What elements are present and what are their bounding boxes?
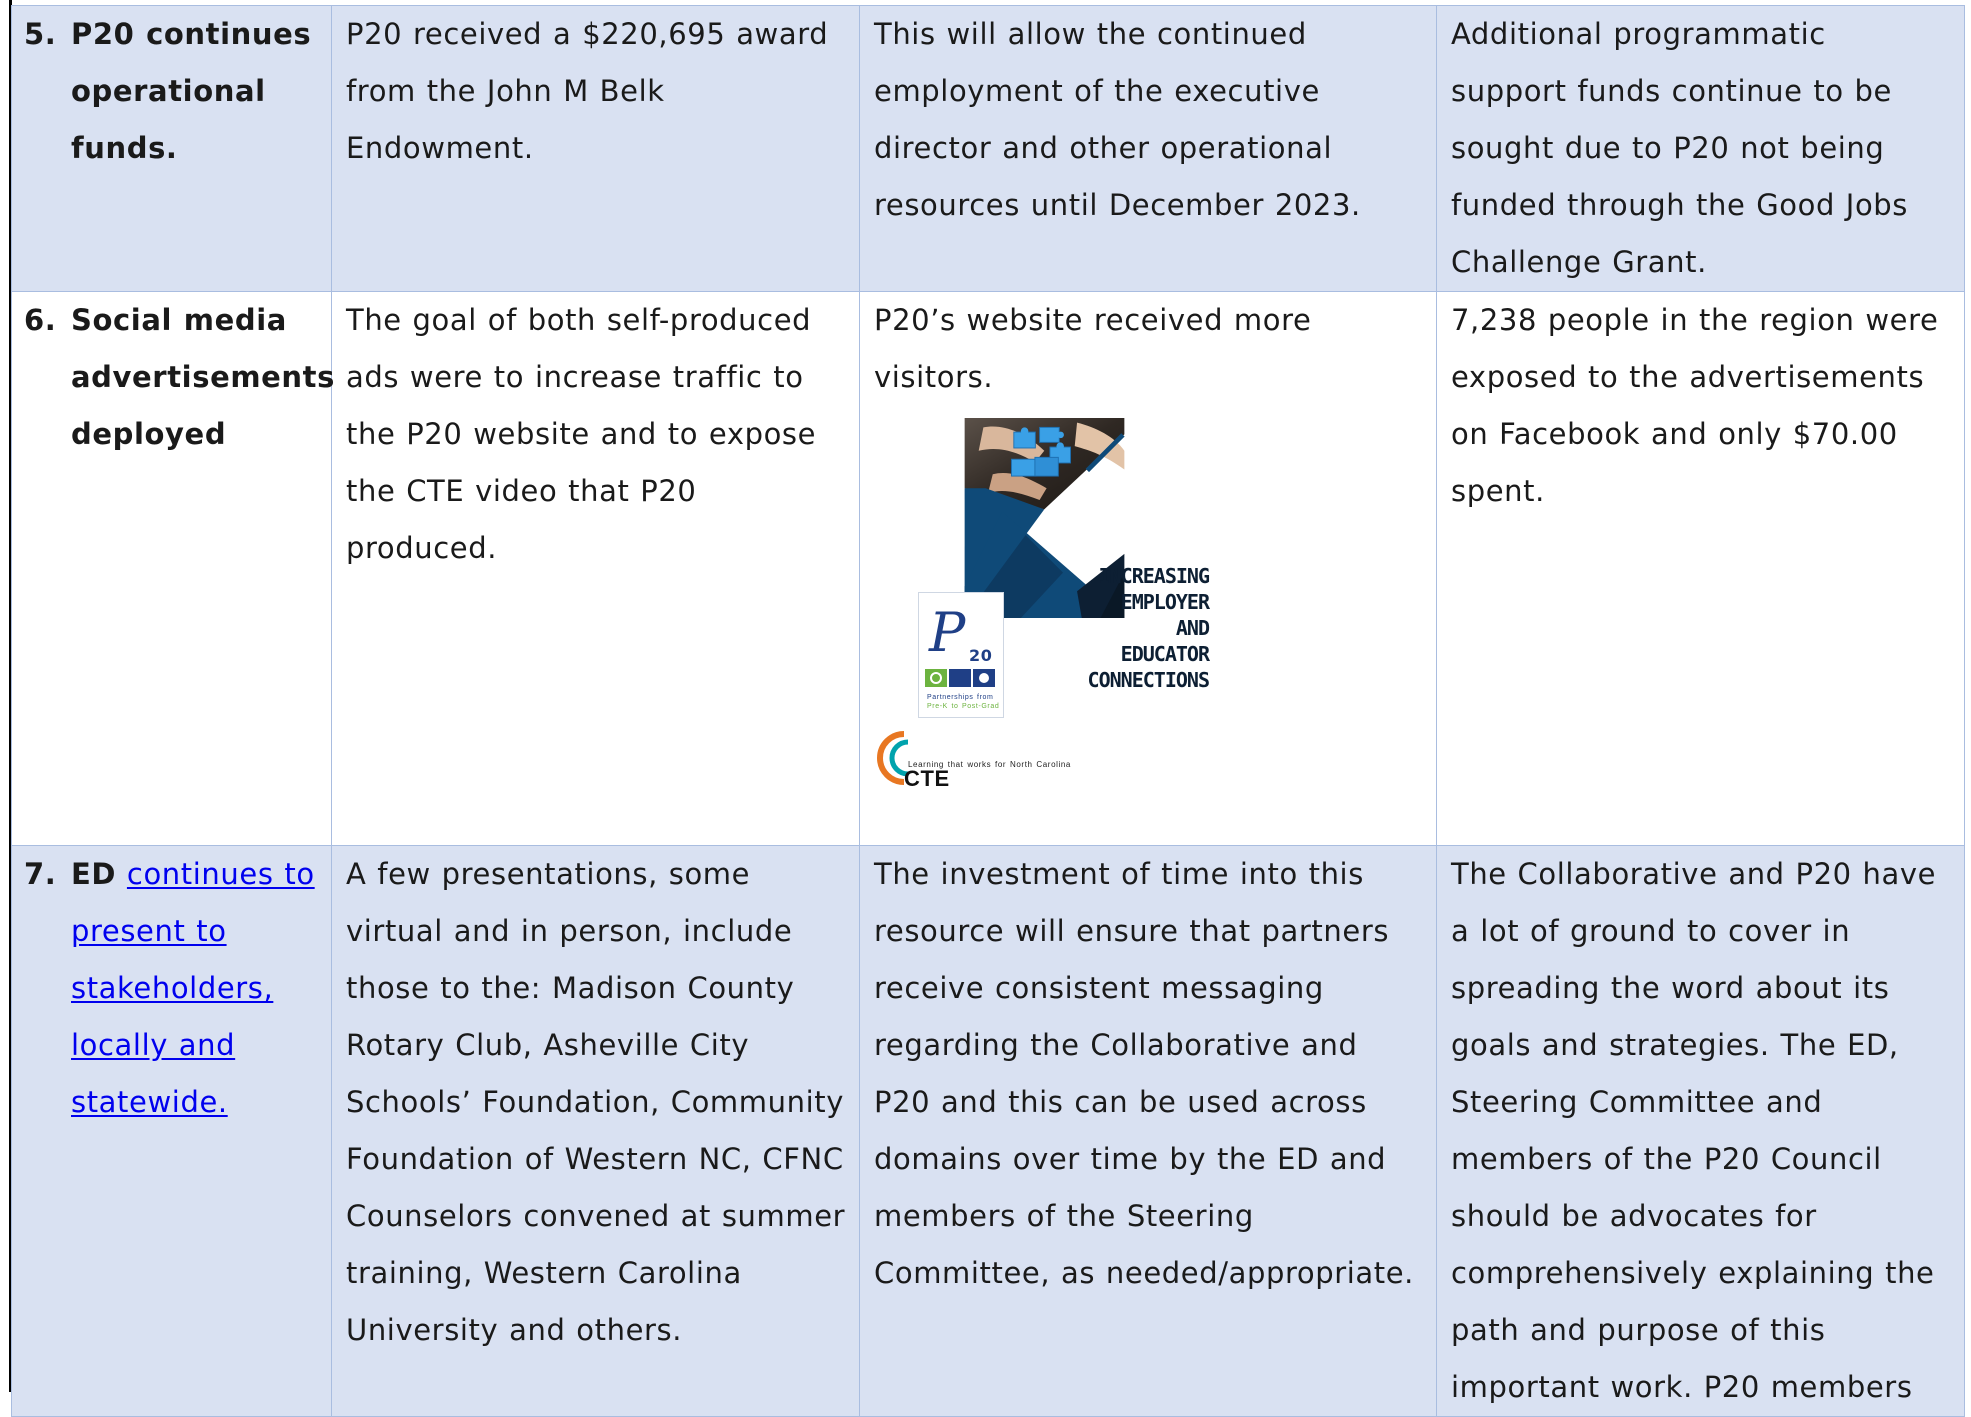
progress-table: 5. P20 continues operational funds. P20 … [11, 5, 1965, 1417]
ad-poster-image: INCREASING EMPLOYER AND EDUCATOR CONNECT… [874, 418, 1215, 845]
poster-headline-line: EMPLOYER [1120, 590, 1210, 614]
svg-text:P: P [928, 601, 967, 664]
poster-headline-line: INCREASING [1098, 564, 1210, 588]
item-cell: 5. P20 continues operational funds. [11, 5, 332, 292]
outcome-text: P20’s website received more visitors. [874, 303, 1312, 394]
item-number: 7. [24, 857, 57, 891]
poster-url: LOSP20.ORG [1078, 806, 1209, 827]
item-cell: 7. ED continues to present to stakeholde… [11, 845, 332, 1417]
p20-logo: P 20 Partnerships from Pre-K to Post-Gra… [918, 592, 1004, 718]
poster-headline-line: EDUCATOR [1120, 642, 1210, 666]
poster-headline-line: CONNECTIONS [1087, 668, 1210, 692]
poster-headline-line: AND [1175, 616, 1210, 640]
table-row: 7. ED continues to present to stakeholde… [11, 845, 1965, 1417]
poster-headline: INCREASING EMPLOYER AND EDUCATOR CONNECT… [1039, 563, 1210, 693]
cte-logo: Learning that works for North Carolina C… [874, 728, 1070, 791]
cte-mark: CTE [904, 766, 950, 791]
activity-cell: P20 received a $220,695 award from the J… [331, 5, 860, 292]
outcome-cell: The investment of time into this resourc… [859, 845, 1437, 1417]
outcome-cell: P20’s website received more visitors. IN… [859, 291, 1437, 846]
item-title-prefix: ED [71, 857, 117, 891]
p20-logo-mark: P 20 Partnerships from Pre-K to Post-Gra… [925, 601, 999, 710]
item-title-link[interactable]: continues to present to stakeholders, lo… [71, 857, 315, 1119]
notes-cell: 7,238 people in the region were exposed … [1436, 291, 1965, 846]
logo-caption-line1: Partnerships from [927, 694, 993, 701]
logo-caption-line2: Pre-K to Post-Grad [927, 703, 999, 710]
activity-cell: A few presentations, some virtual and in… [331, 845, 860, 1417]
table-row: 6. Social media advertisements deployed … [11, 291, 1965, 846]
item-title: Social media advertisements deployed [71, 303, 335, 451]
item-title: P20 continues operational funds. [71, 17, 312, 165]
item-cell: 6. Social media advertisements deployed [11, 291, 335, 846]
table-row: 5. P20 continues operational funds. P20 … [11, 5, 1965, 292]
item-title: ED continues to present to stakeholders,… [71, 846, 319, 1131]
activity-cell: The goal of both self-produced ads were … [331, 291, 860, 846]
logo-number: 20 [969, 646, 992, 665]
item-number: 6. [24, 303, 57, 337]
outcome-cell: This will allow the continued employment… [859, 5, 1437, 292]
notes-cell: The Collaborative and P20 have a lot of … [1436, 845, 1965, 1417]
item-number: 5. [24, 17, 57, 51]
notes-cell: Additional programmatic support funds co… [1436, 5, 1965, 292]
